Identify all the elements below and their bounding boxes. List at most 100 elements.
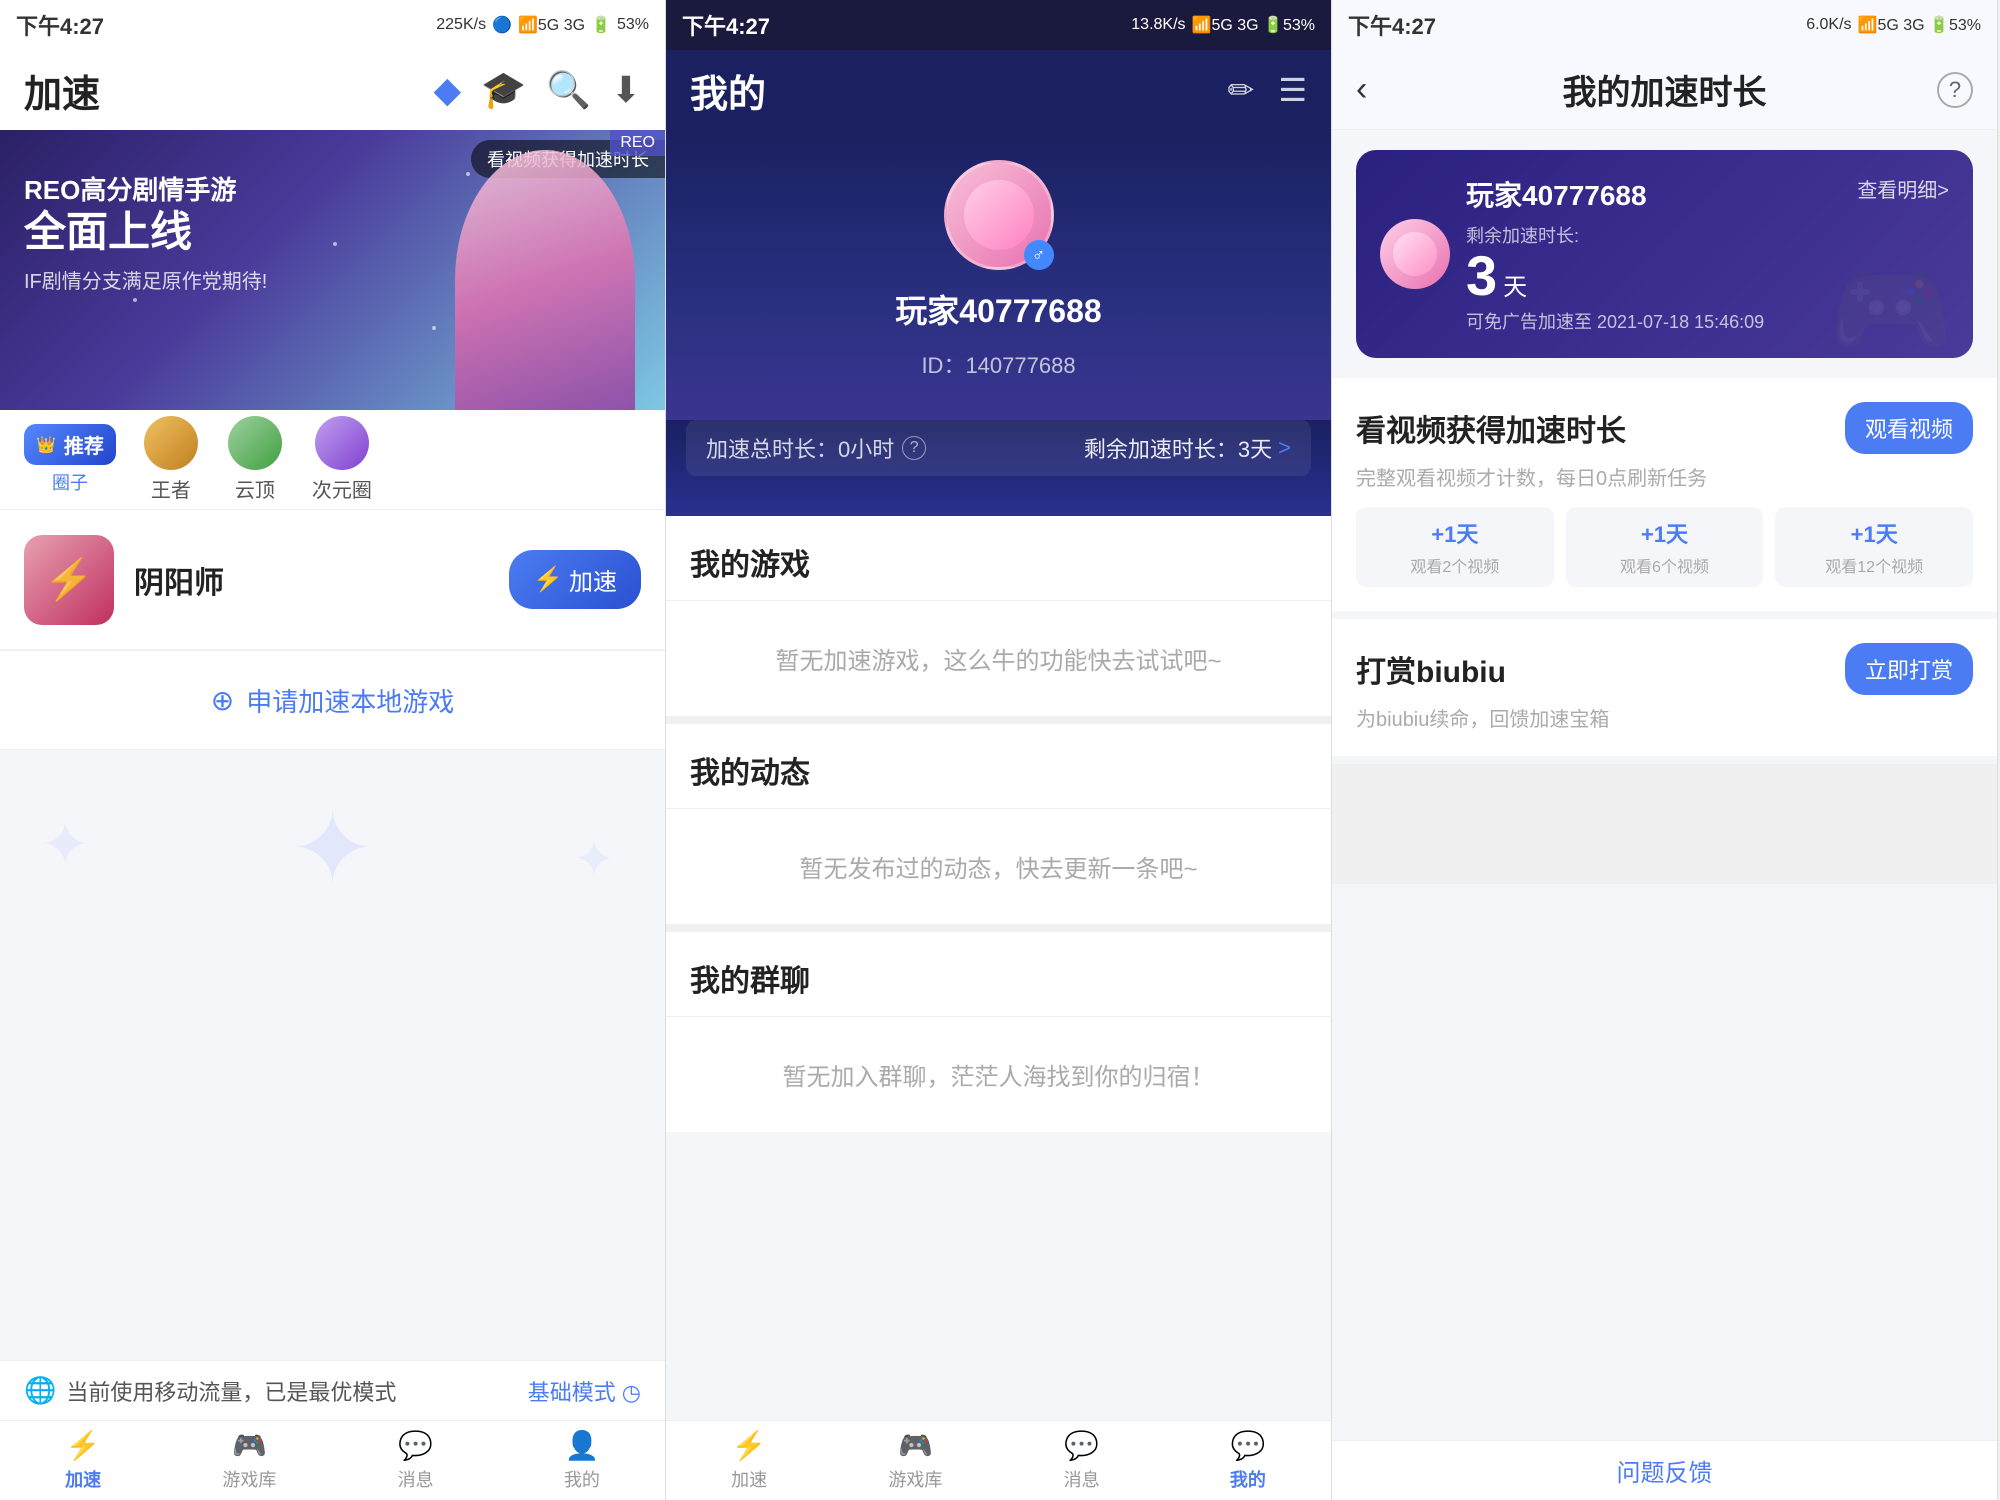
data-mode-text: 当前使用移动流量，已是最优模式 — [66, 1375, 396, 1407]
speed-arrow[interactable]: > — [1278, 435, 1291, 461]
cat-avatar-wangzhe — [144, 416, 198, 470]
cat-recommend-label: 推荐 — [64, 430, 104, 459]
cat-item-recommend[interactable]: 👑 推荐 圈子 — [16, 424, 124, 495]
diamond-icon[interactable]: ◆ — [433, 69, 461, 111]
speed-btn-label: 加速 — [569, 562, 617, 597]
header-icons-1: ◆ 🎓 🔍 ⬇ — [433, 69, 641, 111]
cat-label-ciyuan: 次元圈 — [312, 474, 372, 503]
bluetooth-icon: 🔵 — [492, 15, 512, 35]
menu-icon[interactable]: ☰ — [1278, 71, 1307, 109]
nav-gameshop-2[interactable]: 🎮 游戏库 — [832, 1429, 998, 1492]
anime-figure — [455, 150, 635, 410]
speed-button-onmyoji[interactable]: ⚡ 加速 — [509, 550, 641, 609]
status-bar-2: 下午4:27 13.8K/s 📶5G 3G 🔋53% — [666, 0, 1331, 50]
accel-unit: 天 — [1503, 267, 1527, 302]
biubiu-button[interactable]: 立即打赏 — [1845, 643, 1973, 695]
game-info-onmyoji: 阴阳师 — [134, 558, 509, 602]
search-icon-1[interactable]: 🔍 — [546, 69, 591, 111]
cat-highlight: 👑 推荐 — [24, 424, 116, 465]
nav-mine-1[interactable]: 👤 我的 — [499, 1429, 665, 1492]
nav-jiasu-2[interactable]: ⚡ 加速 — [666, 1429, 832, 1492]
nav-icon-jiasu-2: ⚡ — [732, 1429, 767, 1462]
nav-gameshop-1[interactable]: 🎮 游戏库 — [166, 1429, 332, 1492]
app-title-1: 加速 — [24, 63, 100, 118]
hat-icon[interactable]: 🎓 — [481, 69, 526, 111]
biubiu-title: 打赏biubiu — [1356, 647, 1506, 691]
profile-username: 玩家40777688 — [895, 286, 1101, 332]
banner-main-title: 全面上线 — [24, 207, 267, 257]
nav-label-mine-1: 我的 — [564, 1466, 600, 1492]
gray-placeholder — [1332, 764, 1997, 884]
speed-time-bar[interactable]: 加速总时长：0小时 ? 剩余加速时长：3天 > — [686, 420, 1311, 476]
data-mode-link[interactable]: 基础模式 ◷ — [528, 1375, 641, 1407]
panel2-scroll: ♂ 玩家40777688 ID：140777688 加速总时长：0小时 ? 剩余… — [666, 130, 1331, 1500]
banner-text: REO高分剧情手游 全面上线 IF剧情分支满足原作党期待! — [24, 170, 267, 294]
game-icon-onmyoji: ⚡ — [24, 535, 114, 625]
help-button[interactable]: ? — [1937, 72, 1973, 108]
download-icon[interactable]: ⬇ — [611, 69, 641, 111]
battery-icon: 🔋 — [591, 15, 611, 35]
reward-plus-1: +1天 — [1364, 517, 1546, 549]
my-groups-title-bar: 我的群聊 — [666, 932, 1331, 1017]
panel-mine: 下午4:27 13.8K/s 📶5G 3G 🔋53% 我的 ✏ ☰ ♂ 玩家40… — [666, 0, 1332, 1500]
watch-video-title: 看视频获得加速时长 — [1356, 406, 1626, 450]
back-button[interactable]: ‹ — [1356, 70, 1367, 109]
reward-plus-2: +1天 — [1574, 517, 1756, 549]
nav-label-message-2: 消息 — [1064, 1466, 1100, 1492]
apply-local-game-bar[interactable]: ⊕ 申请加速本地游戏 — [0, 650, 665, 750]
reward-plus-3: +1天 — [1783, 517, 1965, 549]
cat-item-wangzhe[interactable]: 王者 — [134, 416, 208, 503]
panel-accel-duration: 下午4:27 6.0K/s 📶5G 3G 🔋53% ‹ 我的加速时长 ? 玩家4… — [1332, 0, 1998, 1500]
signal-icons: 📶5G 3G — [518, 15, 585, 35]
status-bar-3: 下午4:27 6.0K/s 📶5G 3G 🔋53% — [1332, 0, 1997, 50]
bottom-nav-1: ⚡ 加速 🎮 游戏库 💬 消息 👤 我的 — [0, 1420, 665, 1500]
game-list-item: ⚡ 阴阳师 ⚡ 加速 — [0, 510, 665, 650]
panel3-scroll: 玩家40777688 剩余加速时长: 3 天 可免广告加速至 2021-07-1… — [1332, 130, 1997, 1500]
biubiu-subtitle: 为biubiu续命，回馈加速宝箱 — [1356, 703, 1973, 732]
gender-icon: ♂ — [1024, 240, 1054, 270]
status-icons-2: 13.8K/s 📶5G 3G 🔋53% — [1131, 15, 1315, 35]
network-speed-2: 13.8K/s — [1131, 16, 1185, 34]
my-groups-empty-text: 暂无加入群聊，茫茫人海找到你的归宿！ — [783, 1064, 1215, 1091]
globe-icon: 🌐 — [24, 1375, 56, 1406]
nav-label-gameshop-2: 游戏库 — [888, 1466, 942, 1492]
speed-tooltip-icon[interactable]: ? — [902, 436, 926, 460]
reward-steps-row: +1天 观看2个视频 +1天 观看6个视频 +1天 观看12个视频 — [1356, 507, 1973, 587]
bottom-nav-2: ⚡ 加速 🎮 游戏库 💬 消息 💬 我的 — [666, 1420, 1331, 1500]
nav-label-jiasu-1: 加速 — [65, 1466, 101, 1492]
feedback-bar[interactable]: 问题反馈 — [1332, 1440, 1997, 1500]
avatar-wrapper: ♂ — [944, 160, 1054, 270]
speed-remain-wrap: 剩余加速时长：3天 > — [1084, 432, 1291, 464]
my-groups-empty: 暂无加入群聊，茫茫人海找到你的归宿！ — [666, 1017, 1331, 1132]
nav-mine-2[interactable]: 💬 我的 — [1165, 1429, 1331, 1492]
nav-jiasu-1[interactable]: ⚡ 加速 — [0, 1429, 166, 1492]
panel2-header-icons: ✏ ☰ — [1228, 71, 1308, 109]
cat-item-yunding[interactable]: 云顶 — [218, 416, 292, 503]
my-games-empty: 暂无加速游戏，这么牛的功能快去试试吧~ — [666, 601, 1331, 724]
cat-circle-label: 圈子 — [52, 469, 88, 495]
biubiu-section: 打赏biubiu 立即打赏 为biubiu续命，回馈加速宝箱 — [1332, 619, 1997, 756]
profile-id: ID：140777688 — [921, 348, 1075, 380]
accel-remain-label: 剩余加速时长: — [1466, 222, 1949, 248]
reward-desc-1: 观看2个视频 — [1364, 553, 1546, 577]
status-time-2: 下午4:27 — [682, 9, 770, 41]
accel-days: 3 — [1466, 248, 1497, 304]
accel-card-avatar — [1380, 219, 1450, 289]
main-banner[interactable]: 看视频获得加速时长 REO REO高分剧情手游 全面上线 IF剧情分支满足原作党… — [0, 130, 665, 410]
accel-detail-link[interactable]: 查看明细> — [1857, 174, 1949, 203]
watch-video-button[interactable]: 观看视频 — [1845, 402, 1973, 454]
panel3-header: ‹ 我的加速时长 ? — [1332, 50, 1997, 130]
cat-item-ciyuan[interactable]: 次元圈 — [302, 416, 382, 503]
crown-icon: 👑 — [36, 435, 56, 455]
nav-message-2[interactable]: 💬 消息 — [999, 1429, 1165, 1492]
edit-icon[interactable]: ✏ — [1228, 71, 1255, 109]
cat-avatar-ciyuan — [315, 416, 369, 470]
nav-message-1[interactable]: 💬 消息 — [333, 1429, 499, 1492]
network-speed-1: 225K/s — [436, 16, 486, 34]
watch-video-subtitle: 完整观看视频才计数，每日0点刷新任务 — [1356, 462, 1973, 491]
nav-label-message-1: 消息 — [398, 1466, 434, 1492]
feedback-label: 问题反馈 — [1617, 1453, 1713, 1488]
status-icons-1: 225K/s 🔵 📶5G 3G 🔋 53% — [436, 15, 649, 35]
nav-icon-message-1: 💬 — [398, 1429, 433, 1462]
lightning-icon: ⚡ — [533, 565, 563, 594]
